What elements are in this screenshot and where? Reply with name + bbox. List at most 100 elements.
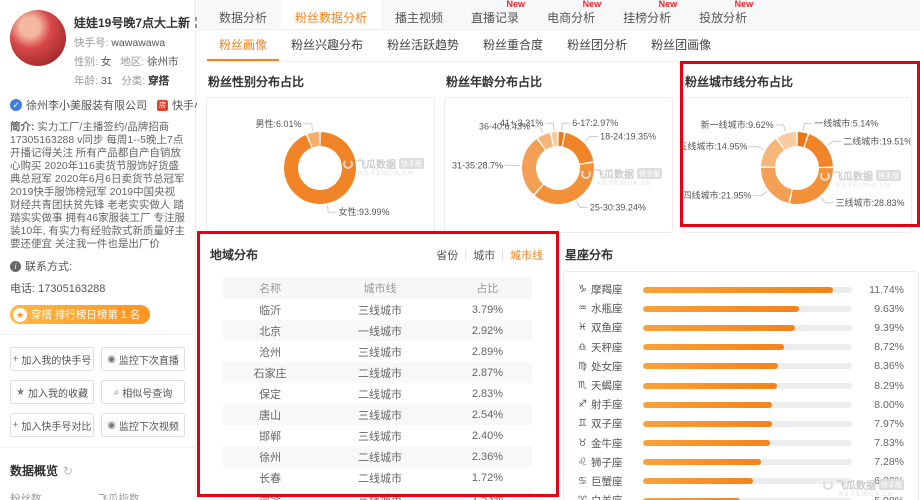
zodiac-icon: ♈	[578, 495, 591, 500]
table-row: 石家庄二线城市2.87%	[223, 362, 532, 383]
refresh-icon[interactable]: ↻	[63, 464, 73, 478]
table-row: 邯郸三线城市2.40%	[223, 425, 532, 446]
donut-label: 五线城市:14.95%	[684, 141, 747, 152]
sub-nav-tab-5[interactable]: 粉丝团画像	[639, 30, 723, 61]
donut-segment[interactable]	[535, 163, 594, 204]
profile-sidebar: 娃娃19号晚7点大上新 快手号: wawawawa 性别: 女 地区: 徐州市 …	[0, 0, 196, 500]
new-badge: New	[735, 0, 754, 9]
profile-header: 娃娃19号晚7点大上新 快手号: wawawawa 性别: 女 地区: 徐州市 …	[10, 10, 185, 88]
donut-segment[interactable]	[558, 132, 563, 146]
action-button-2[interactable]: ★加入我的收藏	[10, 380, 94, 404]
donut-label: 6-17:2.97%	[572, 118, 618, 128]
rank-badge[interactable]: ★ 穿搭 排行榜日榜第 1 名	[10, 305, 150, 324]
phone-row: 电话: 17305163288	[10, 280, 185, 296]
action-button-1[interactable]: ◉监控下次直播	[101, 347, 185, 371]
zodiac-icon: ♒	[578, 303, 591, 314]
button-icon: ◉	[107, 420, 116, 431]
top-nav-tab-2[interactable]: 播主视频	[381, 0, 457, 29]
zodiac-label: 天秤座	[591, 340, 637, 355]
gender-region-line: 性别: 女 地区: 徐州市	[74, 54, 206, 69]
table-row: 临沂三线城市3.79%	[223, 299, 532, 320]
donut-label: 二线城市:19.51%	[843, 135, 911, 146]
zodiac-label: 巨蟹座	[591, 474, 637, 489]
top-nav-tab-4[interactable]: New电商分析	[533, 0, 609, 29]
donut-segment[interactable]	[804, 134, 832, 167]
zodiac-row-2: ♓双鱼座9.39%	[578, 318, 904, 337]
region-filter-0[interactable]: 省份	[436, 247, 458, 263]
bar-fill	[643, 287, 833, 293]
zodiac-percent: 8.36%	[862, 360, 904, 372]
zodiac-label: 处女座	[591, 359, 637, 374]
contact-row: i 联系方式:	[10, 258, 185, 274]
zodiac-icon: ♏	[578, 380, 591, 391]
top-nav-tab-3[interactable]: New直播记录	[457, 0, 533, 29]
overview-title: 数据概览 ↻	[10, 462, 185, 479]
avatar[interactable]	[10, 10, 66, 66]
region-filter-1[interactable]: 城市	[473, 247, 495, 263]
zodiac-row-5: ♏天蝎座8.29%	[578, 376, 904, 395]
zodiac-bar-chart: ♑摩羯座11.74%♒水瓶座9.63%♓双鱼座9.39%♎天秤座8.72%♍处女…	[563, 271, 919, 500]
bar-fill	[643, 383, 777, 389]
kuaishou-id-line: 快手号: wawawawa	[74, 35, 206, 50]
bar-track	[643, 344, 852, 350]
donut-segment[interactable]	[284, 132, 356, 204]
bar-track	[643, 478, 852, 484]
top-nav-tab-1[interactable]: 粉丝数据分析	[281, 0, 381, 29]
region-distribution-panel: 地域分布 省份|城市|城市线 名称城市线占比 临沂三线城市3.79%北京一线城市…	[198, 235, 557, 500]
zodiac-percent: 5.98%	[862, 495, 904, 500]
city-tier-chart-title: 粉丝城市线分布占比	[685, 73, 912, 90]
zodiac-percent: 8.72%	[862, 341, 904, 353]
donut-segment[interactable]	[761, 168, 792, 203]
sub-nav-tab-0[interactable]: 粉丝画像	[207, 30, 279, 61]
donut-label: 新一线城市:9.62%	[701, 119, 774, 130]
top-nav: 数据分析粉丝数据分析播主视频New直播记录New电商分析New挂榜分析New投放…	[197, 0, 920, 30]
table-row: 保定二线城市2.83%	[223, 383, 532, 404]
top-nav-tab-0[interactable]: 数据分析	[205, 0, 281, 29]
region-table-header: 名称城市线占比	[223, 277, 532, 299]
zodiac-label: 双鱼座	[591, 320, 637, 335]
top-nav-tab-6[interactable]: New投放分析	[685, 0, 761, 29]
button-icon: +	[13, 354, 19, 365]
streamer-name: 娃娃19号晚7点大上新	[74, 14, 190, 31]
region-table: 名称城市线占比 临沂三线城市3.79%北京一线城市2.92%沧州三线城市2.89…	[223, 277, 532, 500]
stat-1: 飞瓜指数962.8	[98, 491, 186, 500]
zodiac-icon: ♓	[578, 322, 591, 333]
bar-fill	[643, 402, 772, 408]
sub-nav-tab-1[interactable]: 粉丝兴趣分布	[279, 30, 375, 61]
divider	[0, 447, 195, 448]
table-header-row: 名称城市线占比	[223, 277, 532, 299]
sub-nav-tab-3[interactable]: 粉丝重合度	[471, 30, 555, 61]
action-button-3[interactable]: ⌕相似号查询	[101, 380, 185, 404]
donut-segment[interactable]	[761, 139, 784, 167]
action-button-0[interactable]: +加入我的快手号	[10, 347, 94, 371]
zodiac-label: 双子座	[591, 416, 637, 431]
new-badge: New	[583, 0, 602, 9]
donut-label: 31-35:28.7%	[452, 160, 503, 170]
zodiac-percent: 7.83%	[862, 437, 904, 449]
region-filter-2[interactable]: 城市线	[510, 247, 543, 263]
sub-nav-tab-4[interactable]: 粉丝团分析	[555, 30, 639, 61]
zodiac-percent: 8.00%	[862, 399, 904, 411]
bio-text: 简介: 实力工厂/主播签约/品牌招商 17305163288 v同步 每周1--…	[10, 121, 185, 251]
action-buttons: +加入我的快手号 ◉监控下次直播 ★加入我的收藏 ⌕相似号查询 +加入快手号对比 ◉监控下…	[10, 347, 185, 437]
action-button-5[interactable]: ◉监控下次视频	[101, 413, 185, 437]
age-donut-chart: 6-17:2.97%18-24:19.35%25-30:39.24%31-35:…	[445, 98, 672, 232]
donut-segment[interactable]	[790, 168, 833, 204]
donut-segment[interactable]	[522, 139, 545, 194]
zodiac-percent: 6.80%	[862, 475, 904, 487]
top-nav-tab-5[interactable]: New挂榜分析	[609, 0, 685, 29]
bar-track	[643, 306, 852, 312]
donut-label: 男性:6.01%	[256, 118, 302, 129]
bar-fill	[643, 478, 753, 484]
bar-fill	[643, 459, 761, 465]
action-button-4[interactable]: +加入快手号对比	[10, 413, 94, 437]
column-header: 占比	[443, 277, 532, 299]
zodiac-label: 金牛座	[591, 436, 637, 451]
zodiac-label: 狮子座	[591, 455, 637, 470]
stats-grid: 粉丝数2402.3w飞瓜指数962.8作品数777带货指数 i1635.7	[10, 491, 185, 500]
sub-nav-tab-2[interactable]: 粉丝活跃趋势	[375, 30, 471, 61]
bar-fill	[643, 440, 770, 446]
gender-chart-section: 粉丝性别分布占比 女性:93.99%男性:6.01% 飞瓜数据快手版 KS.FE…	[206, 69, 435, 233]
zodiac-title: 星座分布	[565, 246, 919, 263]
button-icon: ★	[16, 387, 25, 398]
